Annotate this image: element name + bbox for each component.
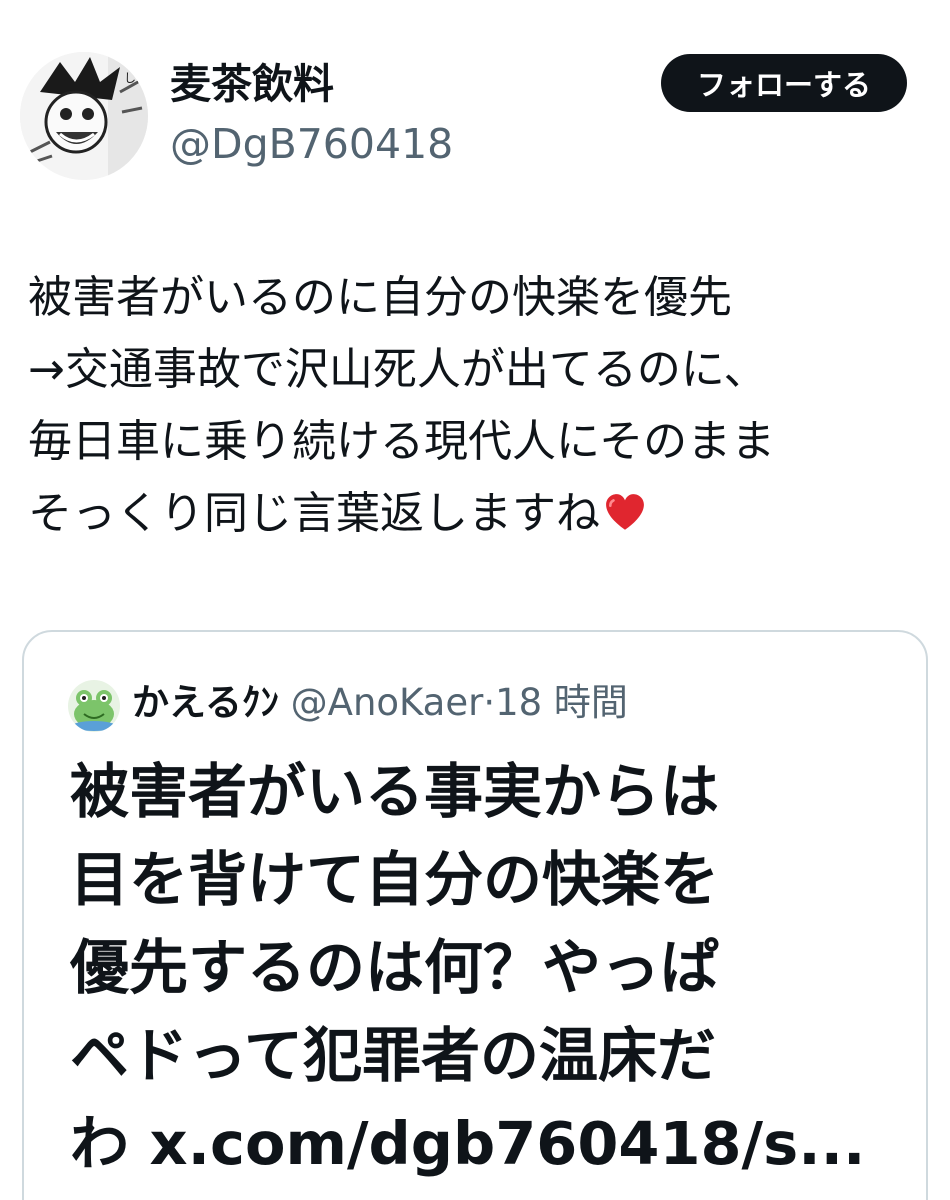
tweet-line: 毎日車に乗り続ける現代人にそのまま [28, 416, 776, 467]
quote-tweet-card[interactable]: かえるｸﾝ @AnoKaer·18 時間 被害者がいる事実からは 目を背けて自分… [22, 630, 928, 1200]
frog-avatar-icon [68, 680, 120, 732]
quote-line: 被害者がいる事実からは [70, 757, 720, 826]
quote-header: かえるｸﾝ @AnoKaer·18 時間 [132, 678, 628, 728]
author-display-name[interactable]: 麦茶飲料 [170, 58, 334, 110]
quote-separator: · [483, 681, 496, 724]
quote-author-avatar[interactable] [68, 680, 120, 732]
manga-character-avatar-icon: しか [20, 52, 148, 180]
quote-author-name[interactable]: かえるｸﾝ [132, 681, 279, 724]
quote-author-handle[interactable]: @AnoKaer [291, 681, 484, 724]
follow-button[interactable]: フォローする [661, 54, 907, 112]
tweet: しか 麦茶飲料 @DgB760418 フォローする 被害者がいるのに自分の快楽を… [0, 0, 950, 1200]
quote-text: 被害者がいる事実からは 目を背けて自分の快楽を 優先するのは何？やっぱ ペドって… [70, 748, 910, 1188]
quote-line: 優先するのは何？やっぱ [70, 933, 720, 1002]
quote-line: わ x.com/dgb760418/s... [70, 1109, 866, 1178]
tweet-line-last: そっくり同じ言葉返しますね [28, 478, 938, 550]
red-heart-icon [604, 492, 646, 534]
quote-timestamp[interactable]: 18 時間 [495, 681, 628, 724]
tweet-line: 被害者がいるのに自分の快楽を優先 [28, 272, 732, 323]
tweet-line-text: そっくり同じ言葉返しますね [28, 488, 600, 539]
quote-line: 目を背けて自分の快楽を [70, 845, 720, 914]
quote-line: ペドって犯罪者の温床だ [70, 1021, 717, 1090]
tweet-line: →交通事故で沢山死人が出てるのに、 [28, 344, 768, 395]
svg-text:しか: しか [124, 71, 148, 85]
author-handle[interactable]: @DgB760418 [170, 118, 453, 170]
author-avatar[interactable]: しか [20, 52, 148, 180]
tweet-text: 被害者がいるのに自分の快楽を優先 →交通事故で沢山死人が出てるのに、 毎日車に乗… [28, 262, 938, 550]
